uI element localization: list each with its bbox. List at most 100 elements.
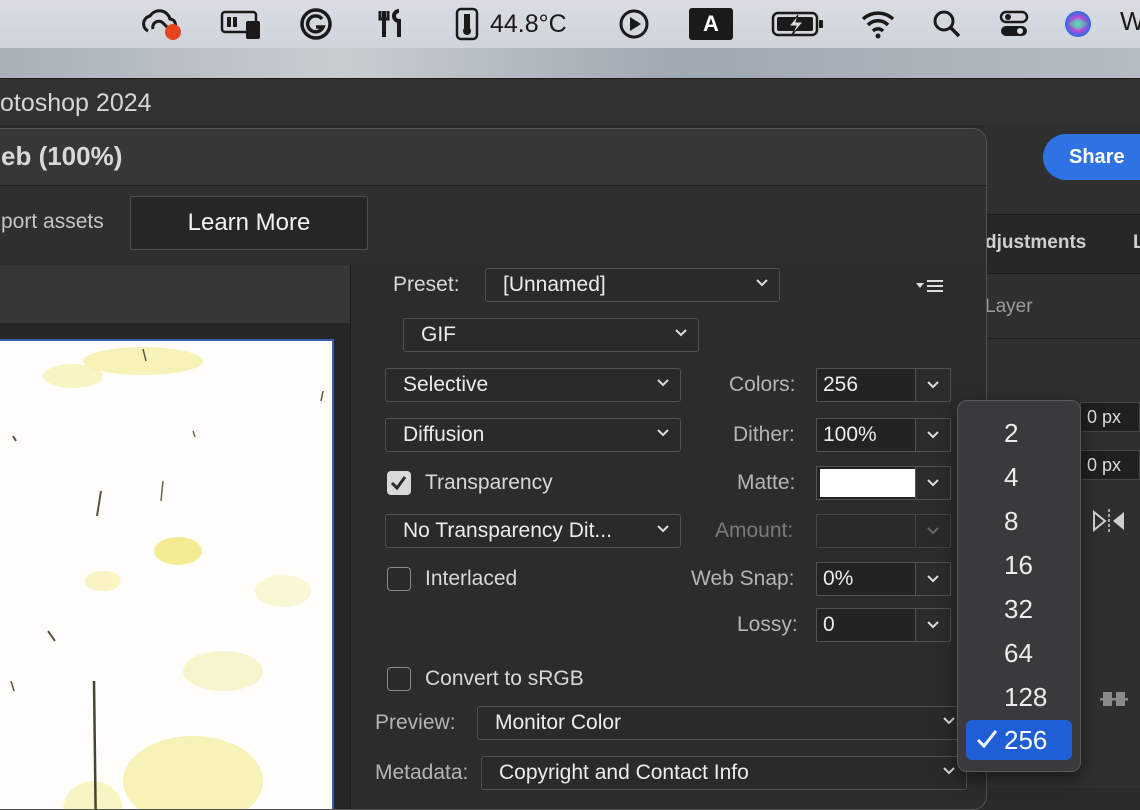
chevron-down-icon — [927, 575, 939, 583]
colors-option-128[interactable]: 128 — [966, 677, 1072, 717]
chevron-down-icon — [943, 767, 955, 775]
color-reduction-select[interactable]: Selective — [385, 368, 681, 402]
battery-charging-icon[interactable] — [771, 8, 825, 40]
preset-select[interactable]: [Unnamed] — [485, 268, 780, 302]
menu-bar: 44.8°C A W — [0, 0, 1140, 48]
learn-more-button[interactable]: Learn More — [130, 196, 368, 250]
chevron-down-icon — [675, 329, 687, 337]
chevron-down-icon — [657, 379, 669, 387]
battery-monitor-icon[interactable] — [220, 8, 262, 40]
metadata-select[interactable]: Copyright and Contact Info — [481, 756, 967, 790]
image-preview[interactable] — [0, 339, 334, 809]
amount-dropdown-button — [915, 515, 950, 547]
convert-srgb-checkbox[interactable] — [387, 667, 411, 691]
preset-label: Preset: — [393, 273, 460, 296]
colors-option-4[interactable]: 4 — [966, 457, 1072, 497]
dither-value[interactable]: 100% — [817, 423, 915, 447]
web-snap-value[interactable]: 0% — [817, 567, 915, 591]
tab-adjustments[interactable]: djustments — [985, 232, 1086, 254]
colors-label: Colors: — [729, 373, 796, 396]
control-center-icon[interactable] — [998, 8, 1030, 40]
thermometer-icon — [455, 7, 479, 41]
transparency-checkbox[interactable] — [387, 471, 411, 495]
search-icon[interactable] — [932, 8, 962, 40]
input-source-letter: A — [689, 8, 733, 40]
x-position-field[interactable]: 0 px — [1080, 402, 1140, 432]
matte-swatch[interactable] — [820, 469, 915, 497]
share-button[interactable]: Share — [1043, 134, 1140, 180]
colors-option-64[interactable]: 64 — [966, 633, 1072, 673]
input-source[interactable]: A — [689, 8, 733, 40]
matte-dropdown-button[interactable] — [915, 467, 950, 499]
colors-option-256[interactable]: 256 — [966, 720, 1072, 760]
colors-option-32[interactable]: 32 — [966, 589, 1072, 629]
matte-combo[interactable] — [816, 466, 951, 500]
chevron-down-icon — [657, 429, 669, 437]
colors-option-8[interactable]: 8 — [966, 501, 1072, 541]
format-value: GIF — [421, 323, 456, 346]
colors-popup-menu: 2 4 8 16 32 64 128 256 — [957, 400, 1081, 772]
interlaced-label: Interlaced — [425, 567, 518, 590]
tools-icon[interactable] — [376, 8, 408, 40]
matte-label: Matte: — [737, 471, 796, 494]
grammarly-icon[interactable] — [298, 8, 334, 40]
temperature-text: 44.8°C — [490, 9, 567, 38]
colors-option-label: 64 — [1004, 637, 1033, 668]
web-snap-dropdown-button[interactable] — [915, 563, 950, 595]
web-snap-combo[interactable]: 0% — [816, 562, 951, 596]
colors-option-label: 8 — [1004, 505, 1019, 536]
colors-option-label: 2 — [1004, 417, 1019, 448]
texture-image — [10, 347, 324, 809]
transparency-dither-select[interactable]: No Transparency Dit... — [385, 514, 681, 548]
preview-value: Monitor Color — [495, 711, 622, 734]
lossy-value[interactable]: 0 — [817, 613, 915, 637]
export-assets-text: port assets — [1, 210, 104, 233]
format-select[interactable]: GIF — [403, 318, 699, 352]
preview-label: Preview: — [375, 711, 456, 734]
chevron-down-icon — [657, 525, 669, 533]
wifi-icon[interactable] — [860, 8, 896, 40]
dither-algorithm-select[interactable]: Diffusion — [385, 418, 681, 452]
colors-option-16[interactable]: 16 — [966, 545, 1072, 585]
web-snap-label: Web Snap: — [691, 567, 795, 590]
menubar-trailing-item[interactable]: W — [1120, 6, 1140, 37]
chevron-down-icon — [927, 381, 939, 389]
align-center-icon[interactable] — [1100, 686, 1128, 717]
creative-cloud-icon[interactable] — [140, 8, 182, 40]
flip-horizontal-icon[interactable] — [1092, 508, 1126, 539]
desktop-background — [0, 48, 1140, 78]
metadata-value: Copyright and Contact Info — [499, 761, 749, 784]
colors-value[interactable]: 256 — [817, 373, 915, 397]
preview-pane — [0, 265, 351, 809]
colors-option-label: 32 — [1004, 593, 1033, 624]
panel-divider — [985, 338, 1140, 339]
colors-combo[interactable]: 256 — [816, 368, 951, 402]
preview-tabs — [0, 265, 350, 323]
amount-label: Amount: — [715, 519, 794, 542]
transparency-dither-value: No Transparency Dit... — [403, 519, 612, 542]
metadata-label: Metadata: — [375, 761, 469, 784]
colors-option-2[interactable]: 2 — [966, 413, 1072, 453]
color-reduction-value: Selective — [403, 373, 489, 396]
app-title: otoshop 2024 — [0, 89, 152, 117]
colors-dropdown-button[interactable] — [915, 369, 950, 401]
tab-layers[interactable]: L — [1133, 232, 1140, 254]
play-icon[interactable] — [618, 8, 650, 40]
colors-option-label: 16 — [1004, 549, 1033, 580]
dither-algorithm-value: Diffusion — [403, 423, 485, 446]
temperature-status[interactable]: 44.8°C — [452, 7, 567, 41]
optimize-menu-icon[interactable] — [915, 277, 945, 300]
lossy-combo[interactable]: 0 — [816, 608, 951, 642]
colors-option-label: 256 — [1004, 724, 1048, 755]
dither-combo[interactable]: 100% — [816, 418, 951, 452]
app-title-bar: otoshop 2024 — [0, 78, 1140, 125]
dialog-title-bar: eb (100%) — [0, 129, 986, 186]
checkmark-icon — [976, 730, 998, 749]
siri-icon[interactable] — [1062, 8, 1094, 40]
lossy-dropdown-button[interactable] — [915, 609, 950, 641]
chevron-down-icon — [927, 621, 939, 629]
dither-dropdown-button[interactable] — [915, 419, 950, 451]
y-position-field[interactable]: 0 px — [1080, 450, 1140, 480]
interlaced-checkbox[interactable] — [387, 567, 411, 591]
preview-select[interactable]: Monitor Color — [477, 706, 967, 740]
